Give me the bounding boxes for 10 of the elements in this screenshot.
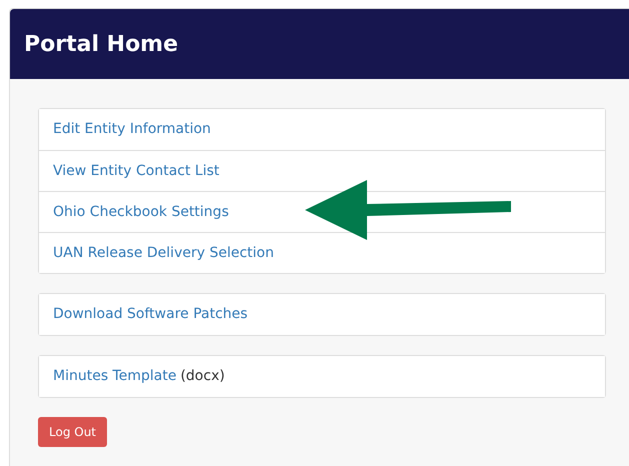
- menu-link[interactable]: UAN Release Delivery Selection: [53, 242, 274, 264]
- menu-link[interactable]: Ohio Checkbook Settings: [53, 202, 229, 222]
- file-type-label: (docx): [180, 367, 225, 386]
- menu-link[interactable]: Minutes Template: [53, 366, 176, 387]
- panel-title: Portal Home: [24, 30, 178, 58]
- arrow-icon: [305, 180, 512, 240]
- menu-link[interactable]: Download Software Patches: [53, 304, 248, 325]
- menu-link[interactable]: View Entity Contact List: [53, 160, 220, 182]
- logout-button[interactable]: Log Out: [38, 417, 108, 447]
- menu-link[interactable]: Edit Entity Information: [53, 119, 211, 140]
